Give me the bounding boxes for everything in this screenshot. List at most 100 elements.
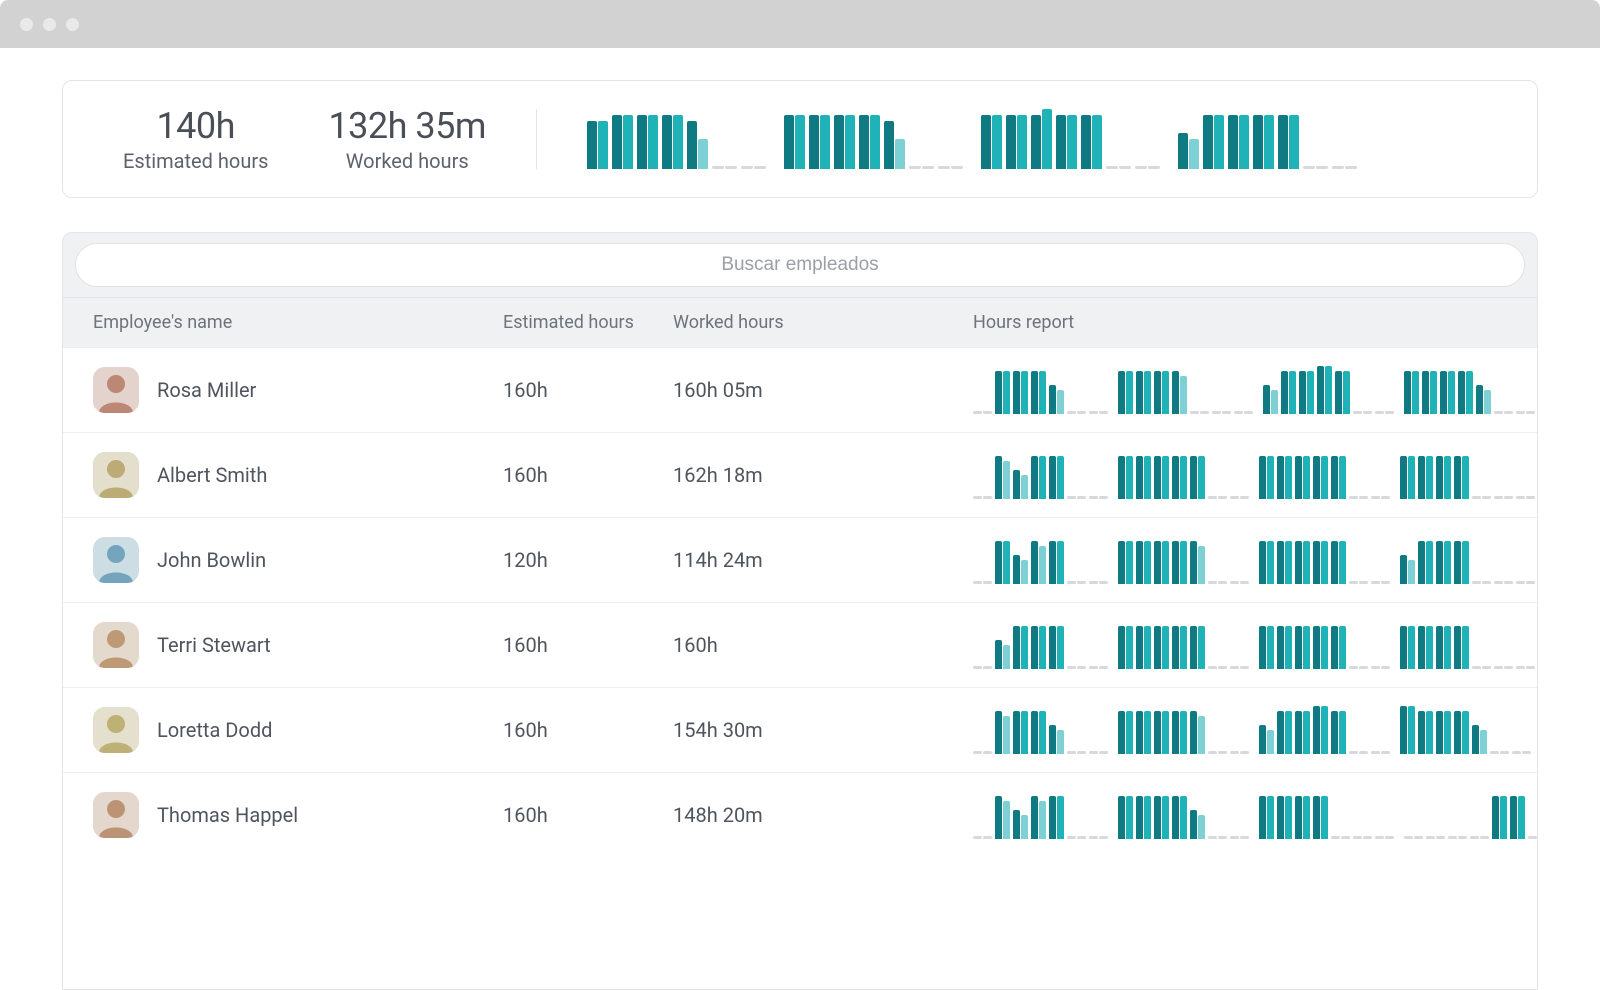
bar-estimated [973,751,982,754]
bar-estimated [1172,541,1179,584]
bar-estimated [1208,751,1217,754]
bar-estimated [1313,456,1320,499]
day-pair [1067,751,1086,754]
bar-estimated [1317,366,1324,414]
bar-worked [754,166,766,169]
day-pair [1190,411,1209,414]
bar-estimated [1349,751,1358,754]
bar-estimated [1208,581,1217,584]
bar-estimated [1353,836,1362,839]
bar-estimated [1331,541,1338,584]
bar-estimated [1277,626,1284,669]
bar-estimated [1476,385,1483,414]
bar-worked [1381,581,1390,584]
worked-cell: 160h [673,633,973,657]
estimated-label: Estimated hours [123,149,268,173]
bar-worked [1321,796,1328,839]
bar-estimated [1259,796,1266,839]
bar-estimated [1049,541,1056,584]
bar-worked [1240,751,1249,754]
bar-estimated [1281,371,1288,414]
bar-estimated [1118,796,1125,839]
window-dot-zoom-icon[interactable] [66,18,79,31]
bar-worked [1363,836,1372,839]
bar-worked [1057,390,1064,414]
bar-estimated [1277,456,1284,499]
table-row[interactable]: Thomas Happel160h148h 20m [63,772,1537,857]
bar-worked [1042,109,1052,169]
window-dot-close-icon[interactable] [20,18,33,31]
day-pair [1313,706,1328,754]
bar-estimated [1516,411,1525,414]
bar-worked [1003,716,1010,754]
table-row[interactable]: John Bowlin120h114h 24m [63,517,1537,602]
bar-estimated [1013,626,1020,669]
week-group [1259,626,1390,669]
bar-estimated [784,115,794,169]
employees-table: Employee's name Estimated hours Worked h… [62,232,1538,990]
day-pair [1118,796,1133,839]
bar-estimated [1136,711,1143,754]
day-pair [1400,456,1415,499]
bar-worked [1218,751,1227,754]
search-input[interactable] [75,243,1525,287]
day-pair [1512,751,1531,754]
bar-estimated [1313,626,1320,669]
bar-estimated [741,166,753,169]
bar-estimated [809,115,819,169]
bar-worked [1162,626,1169,669]
day-pair [973,496,992,499]
bar-estimated [1049,385,1056,414]
day-pair [995,796,1010,839]
day-pair [1375,411,1394,414]
table-row[interactable]: Terri Stewart160h160h [63,602,1537,687]
bar-estimated [1031,626,1038,669]
day-pair [1081,115,1102,169]
bar-worked [1480,730,1487,754]
bar-estimated [1313,706,1320,754]
bar-estimated [1013,470,1020,499]
bar-estimated [1172,456,1179,499]
day-pair [1277,456,1292,499]
bar-worked [992,115,1002,169]
day-pair [1331,456,1346,499]
bar-worked [1412,371,1419,414]
bar-estimated [1190,411,1199,414]
bar-worked [1077,666,1086,669]
bar-worked [1426,541,1433,584]
day-pair [1418,541,1433,584]
bar-estimated [1331,836,1340,839]
window-dot-minimize-icon[interactable] [43,18,56,31]
day-pair [1089,751,1108,754]
bar-estimated [1172,711,1179,754]
day-pair [973,581,992,584]
day-pair [1494,496,1513,499]
day-pair [1056,115,1077,169]
bar-worked [1021,560,1028,584]
day-pair [1281,371,1296,414]
table-row[interactable]: Albert Smith160h162h 18m [63,432,1537,517]
bar-estimated [1006,115,1016,169]
bar-estimated [1277,796,1284,839]
day-pair [1154,626,1169,669]
table-row[interactable]: Loretta Dodd160h154h 30m [63,687,1537,772]
day-pair [1154,711,1169,754]
table-body: Rosa Miller160h160h 05mAlbert Smith160h1… [63,347,1537,989]
bar-estimated [1472,725,1479,754]
bar-estimated [834,115,844,169]
bar-estimated [1089,581,1098,584]
bar-worked [1144,371,1151,414]
bar-estimated [1031,541,1038,584]
table-row[interactable]: Rosa Miller160h160h 05m [63,347,1537,432]
bar-estimated [1049,626,1056,669]
worked-stat: 132h 35m Worked hours [298,105,516,173]
bar-worked [1180,711,1187,754]
day-pair [1154,371,1169,414]
col-est: Estimated hours [503,312,673,333]
bar-worked [1359,751,1368,754]
day-pair [1472,666,1491,669]
bar-worked [1057,626,1064,669]
day-pair [1295,456,1310,499]
day-pair [1303,166,1328,169]
day-pair [1516,411,1535,414]
